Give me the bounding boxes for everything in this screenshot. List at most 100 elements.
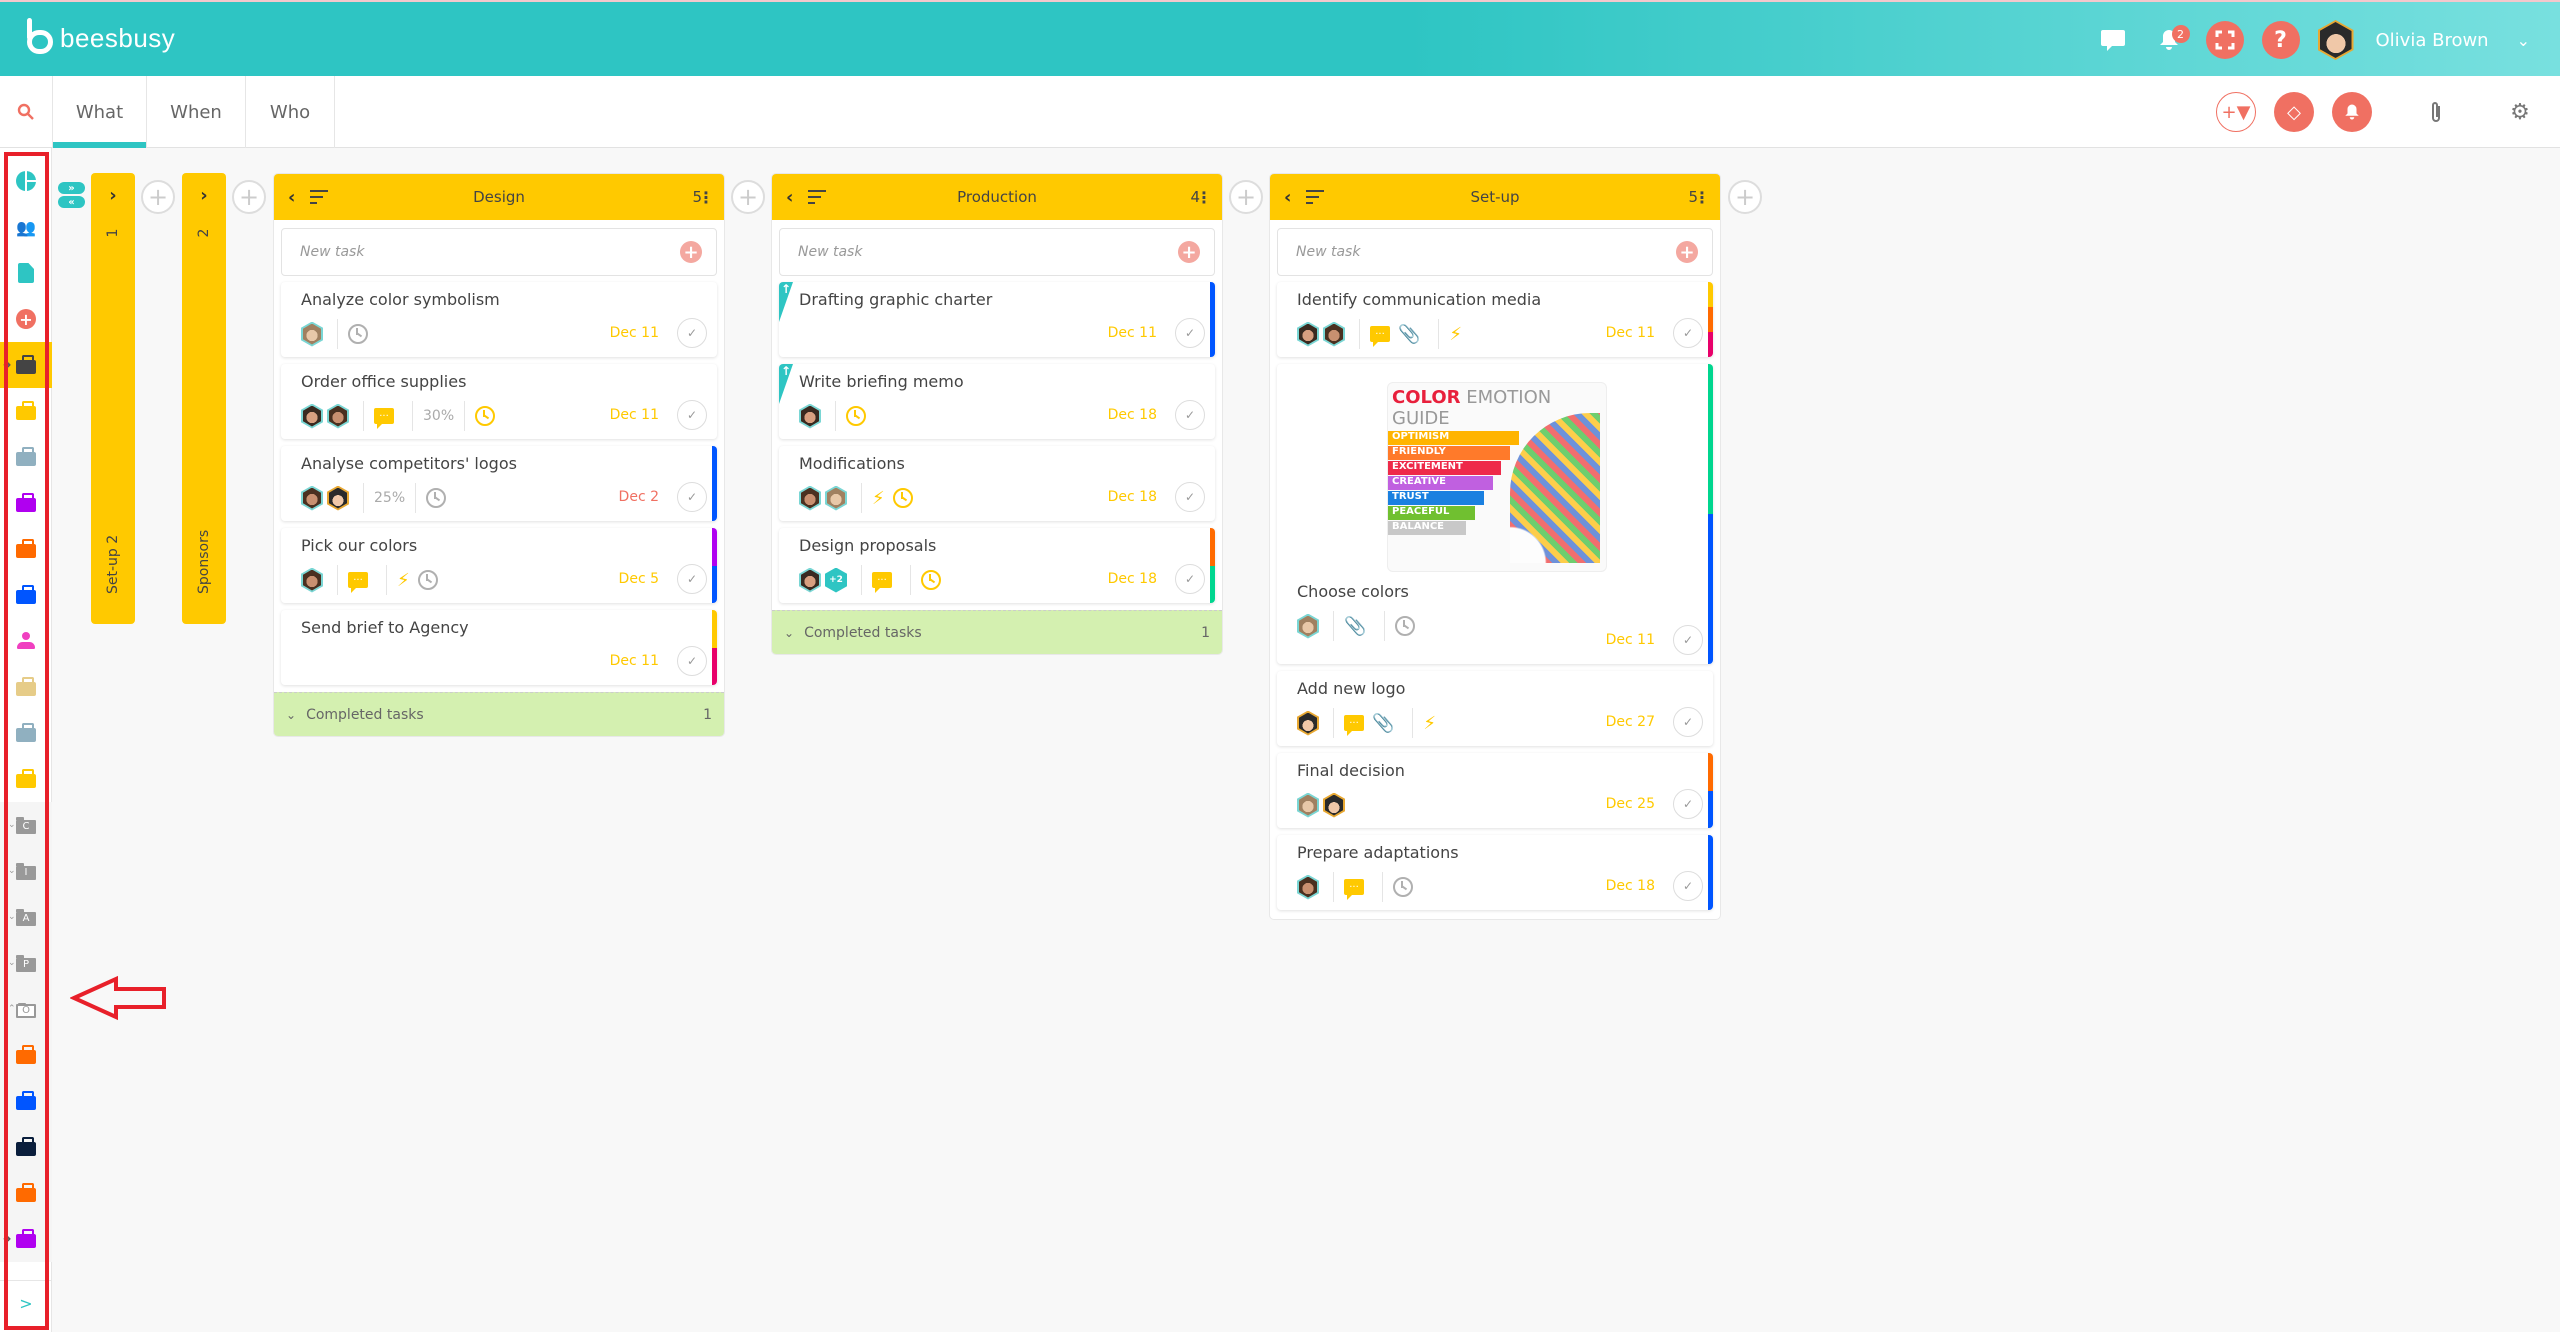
due-date[interactable]: Dec 11 <box>610 325 659 341</box>
expand-all-icon[interactable]: » <box>58 182 85 194</box>
complete-task-button[interactable]: ✓ <box>1673 789 1703 819</box>
expand-caret-icon[interactable]: ⌄ <box>8 912 16 922</box>
comment-icon[interactable]: ··· <box>348 572 368 593</box>
due-date[interactable]: Dec 11 <box>1606 632 1655 648</box>
sidebar-item[interactable] <box>0 710 52 756</box>
column-header[interactable]: ‹ Production 4 ⋮ <box>772 174 1222 220</box>
user-name[interactable]: Olivia Brown <box>2376 30 2489 51</box>
more-options-icon[interactable]: ⋮ <box>1196 188 1212 207</box>
member-avatar[interactable] <box>301 321 323 347</box>
expand-sidebar-button[interactable]: > <box>0 1280 52 1326</box>
task-card[interactable]: COLOR EMOTION GUIDE OPTIMISM FRIENDLY EXCI… <box>1277 364 1713 664</box>
member-avatar[interactable] <box>799 485 821 511</box>
comment-icon[interactable]: ··· <box>1370 326 1390 347</box>
due-date[interactable]: Dec 18 <box>1108 407 1157 423</box>
sort-icon[interactable] <box>808 190 826 208</box>
sidebar-item[interactable] <box>0 1124 52 1170</box>
more-options-icon[interactable]: ⋮ <box>1694 188 1710 207</box>
paperclip-icon[interactable]: 📎 <box>1344 616 1366 637</box>
clock-icon[interactable] <box>921 570 941 590</box>
add-task-icon[interactable]: + <box>1676 241 1698 263</box>
new-task-input[interactable]: New task + <box>779 228 1215 276</box>
settings-button[interactable]: ⚙ <box>2500 92 2540 132</box>
member-avatar[interactable] <box>1323 321 1345 347</box>
member-avatar[interactable] <box>327 403 349 429</box>
member-avatar[interactable] <box>1297 321 1319 347</box>
complete-task-button[interactable]: ✓ <box>1175 564 1205 594</box>
column-header[interactable]: ‹ Set-up 5 ⋮ <box>1270 174 1720 220</box>
sidebar-item[interactable] <box>0 480 52 526</box>
complete-task-button[interactable]: ✓ <box>1673 871 1703 901</box>
sidebar-item[interactable]: + <box>0 296 52 342</box>
sidebar-item[interactable]: ⌄ P <box>0 940 52 986</box>
clock-icon[interactable] <box>417 570 438 590</box>
due-date[interactable]: Dec 5 <box>619 571 659 587</box>
expand-caret-icon[interactable]: ⌄ <box>8 820 16 830</box>
complete-task-button[interactable]: ✓ <box>677 564 707 594</box>
clock-icon[interactable] <box>1393 877 1413 897</box>
sidebar-item[interactable]: ⌄ I <box>0 848 52 894</box>
add-column-button[interactable]: + <box>141 180 175 214</box>
task-cover-image[interactable]: COLOR EMOTION GUIDE OPTIMISM FRIENDLY EXCI… <box>1387 382 1607 572</box>
due-date[interactable]: Dec 2 <box>619 489 659 505</box>
expand-column-icon[interactable]: › <box>91 185 135 206</box>
complete-task-button[interactable]: ✓ <box>1673 625 1703 655</box>
sidebar-item[interactable] <box>0 1170 52 1216</box>
more-options-icon[interactable]: ⋮ <box>698 188 714 207</box>
sidebar-item[interactable] <box>0 526 52 572</box>
complete-task-button[interactable]: ✓ <box>1673 707 1703 737</box>
complete-task-button[interactable]: ✓ <box>1175 318 1205 348</box>
sidebar-item[interactable]: 👥 <box>0 204 52 250</box>
collapsed-column[interactable]: › 1 Set-up 2 <box>91 173 135 624</box>
clock-icon[interactable] <box>1395 616 1416 636</box>
add-task-icon[interactable]: + <box>1178 241 1200 263</box>
due-date[interactable]: Dec 18 <box>1606 878 1655 894</box>
complete-task-button[interactable]: ✓ <box>1175 482 1205 512</box>
comment-icon[interactable]: ··· <box>1344 715 1364 736</box>
comment-icon[interactable]: ··· <box>374 408 394 429</box>
task-card[interactable]: Order office supplies ··· 30% Dec 11 ✓ <box>281 364 717 439</box>
member-avatar[interactable] <box>1323 792 1345 818</box>
task-card[interactable]: Design proposals +2 ··· Dec 18 ✓ <box>779 528 1215 603</box>
help-button[interactable]: ? <box>2261 21 2300 59</box>
sidebar-item[interactable] <box>0 618 52 664</box>
collapse-toggle[interactable]: » « <box>58 182 85 208</box>
collapse-column-icon[interactable]: ‹ <box>288 187 295 208</box>
sidebar-item[interactable] <box>0 434 52 480</box>
tab-who[interactable]: Who <box>246 76 335 148</box>
task-card[interactable]: Pick our colors ··· ⚡ Dec 5 ✓ <box>281 528 717 603</box>
collapse-all-icon[interactable]: « <box>58 196 85 208</box>
user-menu-chevron-icon[interactable]: ⌄ <box>2517 31 2530 50</box>
task-card[interactable]: Modifications ⚡ Dec 18 ✓ <box>779 446 1215 521</box>
member-avatar[interactable] <box>799 403 821 429</box>
due-date[interactable]: Dec 18 <box>1108 489 1157 505</box>
sidebar-item[interactable]: ⌃ O <box>0 986 52 1032</box>
sidebar-item[interactable] <box>0 756 52 802</box>
member-avatar[interactable] <box>1297 613 1319 639</box>
sidebar-item[interactable] <box>0 250 52 296</box>
sidebar-item[interactable] <box>0 1032 52 1078</box>
completed-tasks-toggle[interactable]: ⌄ Completed tasks 1 <box>772 610 1222 654</box>
expand-caret-icon[interactable]: ⌄ <box>8 866 16 876</box>
logo[interactable]: beesbusy <box>24 16 175 60</box>
due-date[interactable]: Dec 27 <box>1606 714 1655 730</box>
sidebar-item[interactable] <box>0 158 52 204</box>
due-date[interactable]: Dec 11 <box>610 653 659 669</box>
collapse-column-icon[interactable]: ‹ <box>786 187 793 208</box>
task-card[interactable]: Analyze color symbolism Dec 11 ✓ <box>281 282 717 357</box>
member-avatar[interactable] <box>825 485 847 511</box>
clock-icon[interactable] <box>892 488 913 508</box>
completed-tasks-toggle[interactable]: ⌄ Completed tasks 1 <box>274 692 724 736</box>
expand-caret-icon[interactable]: ⌄ <box>8 958 16 968</box>
collapsed-column[interactable]: › 2 Sponsors <box>182 173 226 624</box>
due-date[interactable]: Dec 11 <box>610 407 659 423</box>
reminders-button[interactable] <box>2332 92 2372 132</box>
add-task-icon[interactable]: + <box>680 241 702 263</box>
complete-task-button[interactable]: ✓ <box>1175 400 1205 430</box>
add-column-button[interactable]: + <box>731 180 765 214</box>
clock-icon[interactable] <box>846 406 866 426</box>
task-card[interactable]: Analyse competitors' logos 25% Dec 2 ✓ <box>281 446 717 521</box>
column-header[interactable]: ‹ Design 5 ⋮ <box>274 174 724 220</box>
collapse-column-icon[interactable]: ‹ <box>1284 187 1291 208</box>
expand-column-icon[interactable]: › <box>182 185 226 206</box>
